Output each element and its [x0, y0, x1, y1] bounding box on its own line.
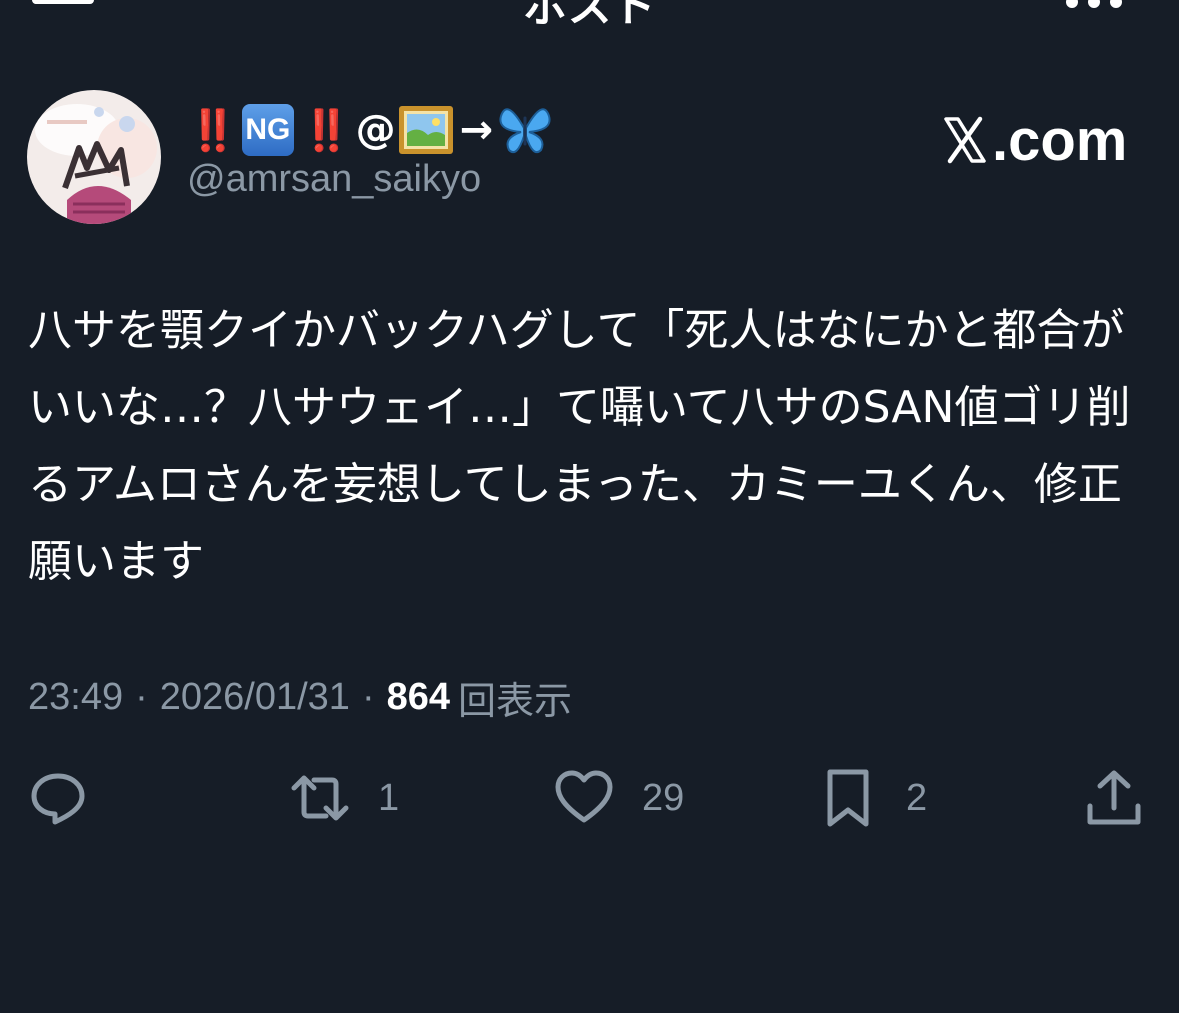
- source-label-text: .com: [992, 107, 1128, 173]
- display-name[interactable]: ‼️ NG ‼️ @ →: [188, 100, 553, 160]
- like-count: 29: [642, 776, 685, 819]
- double-exclamation-mark: ‼️: [188, 107, 238, 154]
- at-sign: @: [355, 107, 396, 153]
- double-exclamation-mark: ‼️: [301, 107, 352, 154]
- bookmark-count: 2: [906, 776, 928, 819]
- top-bar: ポスト: [0, 0, 1179, 40]
- reply-button[interactable]: [28, 766, 116, 830]
- like-button[interactable]: 29: [554, 766, 684, 830]
- views-count: 864: [386, 675, 450, 718]
- post-date[interactable]: 2026/01/31: [160, 676, 350, 719]
- post-time: 23:49: [28, 675, 124, 718]
- user-handle[interactable]: @amrsan_saikyo: [187, 158, 481, 201]
- meta-separator: ·: [135, 675, 148, 718]
- repost-icon: [291, 775, 349, 821]
- meta-separator: ·: [361, 675, 375, 718]
- share-icon: [1087, 770, 1141, 825]
- views-label: 回表示: [458, 680, 573, 723]
- repost-count: 1: [378, 776, 400, 819]
- x-logo-icon: [944, 116, 986, 164]
- reply-icon: [31, 773, 85, 825]
- right-arrow: →: [459, 107, 494, 153]
- share-button[interactable]: [1084, 766, 1172, 830]
- framed-picture-icon: [398, 106, 453, 154]
- page-title: ポスト: [523, 0, 656, 32]
- post-meta: 23:49 · 2026/01/31 · 864 回表示: [28, 670, 572, 724]
- bookmark-button[interactable]: 2: [818, 766, 927, 830]
- profile-avatar: [27, 90, 161, 224]
- butterfly-icon: [499, 108, 551, 154]
- source-label: .com: [940, 107, 1128, 173]
- repost-button[interactable]: 1: [290, 766, 399, 830]
- post-text: 八サを顎クイかバックハグして「死人はなにかと都合がいいな…？八サウェイ…」て囁い…: [28, 305, 1131, 587]
- ng-badge: NG: [241, 104, 294, 156]
- avatar[interactable]: [27, 90, 161, 224]
- more-dots-icon[interactable]: [1064, 0, 1124, 10]
- heart-icon: [555, 770, 613, 823]
- bookmark-icon: [827, 769, 869, 827]
